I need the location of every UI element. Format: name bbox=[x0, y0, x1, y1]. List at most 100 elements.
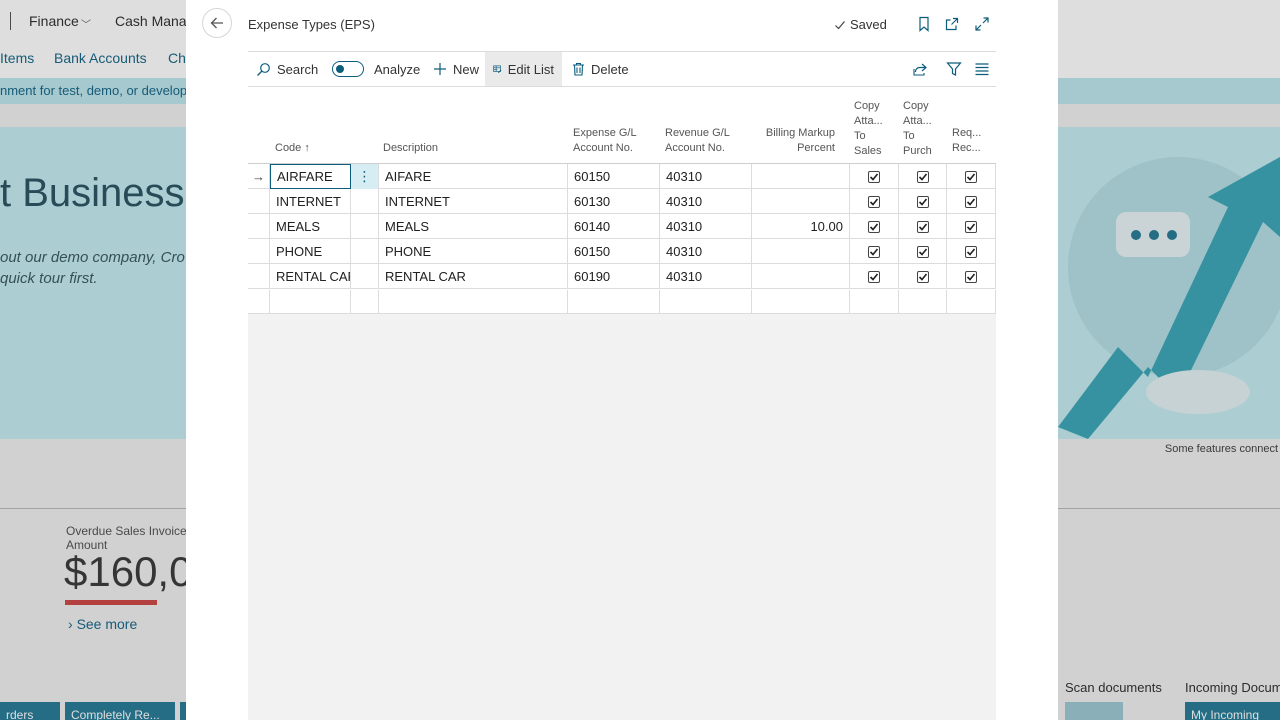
checkbox[interactable] bbox=[868, 195, 880, 208]
checkbox[interactable] bbox=[965, 170, 977, 183]
cell-code[interactable]: RENTAL CAR bbox=[270, 264, 351, 289]
cell-revenue-gl[interactable]: 40310 bbox=[660, 239, 752, 264]
saved-status: Saved bbox=[834, 17, 887, 32]
row-actions-button[interactable] bbox=[351, 189, 379, 214]
empty-cell[interactable] bbox=[248, 290, 270, 315]
cell-req[interactable] bbox=[947, 214, 996, 239]
table-row[interactable]: INTERNET INTERNET 60130 40310 bbox=[248, 189, 996, 214]
cell-copy-purch[interactable] bbox=[899, 214, 947, 239]
column-header-code[interactable]: Code ↑ bbox=[275, 141, 310, 156]
cell-markup[interactable] bbox=[752, 239, 850, 264]
checkbox[interactable] bbox=[916, 245, 929, 258]
row-actions-button[interactable] bbox=[351, 214, 379, 239]
checkbox[interactable] bbox=[916, 220, 929, 233]
edit-list-button[interactable]: Edit List bbox=[485, 52, 562, 86]
empty-cell[interactable] bbox=[947, 290, 996, 315]
search-button[interactable]: Search bbox=[248, 52, 326, 86]
cell-markup[interactable]: 10.00 bbox=[752, 214, 850, 239]
cell-req[interactable] bbox=[947, 189, 996, 214]
cell-copy-purch[interactable] bbox=[899, 264, 947, 289]
empty-cell[interactable] bbox=[752, 290, 850, 315]
cell-code[interactable]: PHONE bbox=[270, 239, 351, 264]
table-row[interactable]: RENTAL CAR RENTAL CAR 60190 40310 bbox=[248, 264, 996, 289]
cell-req[interactable] bbox=[947, 164, 996, 189]
list-view-button[interactable] bbox=[970, 52, 994, 86]
empty-new-row[interactable] bbox=[248, 290, 996, 315]
cell-description[interactable]: AIFARE bbox=[379, 164, 568, 189]
column-header-expense-gl[interactable]: Expense G/L Account No. bbox=[573, 126, 637, 156]
cell-markup[interactable] bbox=[752, 189, 850, 214]
search-icon bbox=[257, 62, 270, 76]
cell-copy-purch[interactable] bbox=[899, 189, 947, 214]
cell-req[interactable] bbox=[947, 264, 996, 289]
cell-expense-gl[interactable]: 60140 bbox=[568, 214, 660, 239]
code-value: PHONE bbox=[276, 244, 323, 259]
cell-description[interactable]: MEALS bbox=[379, 214, 568, 239]
cell-revenue-gl[interactable]: 40310 bbox=[660, 264, 752, 289]
empty-cell[interactable] bbox=[351, 290, 379, 315]
cell-copy-purch[interactable] bbox=[899, 239, 947, 264]
empty-cell[interactable] bbox=[568, 290, 660, 315]
analyze-toggle[interactable]: Analyze bbox=[324, 52, 428, 86]
cell-copy-sales[interactable] bbox=[850, 264, 899, 289]
column-header-revenue-gl[interactable]: Revenue G/L Account No. bbox=[665, 126, 730, 156]
delete-button[interactable]: Delete bbox=[564, 52, 637, 86]
bookmark-button[interactable] bbox=[914, 14, 934, 34]
cell-copy-sales[interactable] bbox=[850, 189, 899, 214]
checkbox[interactable] bbox=[916, 195, 929, 208]
table-row[interactable]: MEALS MEALS 60140 40310 10.00 bbox=[248, 214, 996, 239]
cell-copy-sales[interactable] bbox=[850, 239, 899, 264]
checkbox[interactable] bbox=[965, 195, 977, 208]
empty-cell[interactable] bbox=[270, 290, 351, 315]
cell-description[interactable]: INTERNET bbox=[379, 189, 568, 214]
checkbox[interactable] bbox=[916, 270, 929, 283]
checkbox[interactable] bbox=[868, 220, 880, 233]
column-header-required[interactable]: Req... Rec... bbox=[952, 126, 981, 156]
row-actions-button[interactable] bbox=[351, 264, 379, 289]
cell-copy-sales[interactable] bbox=[850, 214, 899, 239]
column-header-copy-attach-purch[interactable]: Copy Atta... To Purch bbox=[903, 99, 932, 159]
cell-code[interactable]: AIRFARE bbox=[270, 164, 351, 189]
filter-icon bbox=[946, 62, 962, 76]
row-actions-button[interactable] bbox=[351, 239, 379, 264]
table-row[interactable]: PHONE PHONE 60150 40310 bbox=[248, 239, 996, 264]
cell-description[interactable]: PHONE bbox=[379, 239, 568, 264]
cell-markup[interactable] bbox=[752, 164, 850, 189]
checkbox[interactable] bbox=[965, 270, 977, 283]
cell-code[interactable]: INTERNET bbox=[270, 189, 351, 214]
back-button[interactable] bbox=[202, 8, 232, 38]
open-new-window-button[interactable] bbox=[942, 14, 962, 34]
cell-expense-gl[interactable]: 60150 bbox=[568, 239, 660, 264]
cell-code[interactable]: MEALS bbox=[270, 214, 351, 239]
cell-markup[interactable] bbox=[752, 264, 850, 289]
column-header-billing-markup[interactable]: Billing Markup Percent bbox=[751, 126, 835, 156]
new-button[interactable]: New bbox=[425, 52, 487, 86]
cell-revenue-gl[interactable]: 40310 bbox=[660, 214, 752, 239]
cell-description[interactable]: RENTAL CAR bbox=[379, 264, 568, 289]
cell-expense-gl[interactable]: 60130 bbox=[568, 189, 660, 214]
cell-expense-gl[interactable]: 60150 bbox=[568, 164, 660, 189]
expand-button[interactable] bbox=[972, 14, 992, 34]
cell-revenue-gl[interactable]: 40310 bbox=[660, 164, 752, 189]
checkbox[interactable] bbox=[868, 245, 880, 258]
cell-copy-sales[interactable] bbox=[850, 164, 899, 189]
share-button[interactable] bbox=[908, 52, 932, 86]
cell-req[interactable] bbox=[947, 239, 996, 264]
empty-cell[interactable] bbox=[660, 290, 752, 315]
cell-expense-gl[interactable]: 60190 bbox=[568, 264, 660, 289]
checkbox[interactable] bbox=[868, 170, 880, 183]
checkbox[interactable] bbox=[916, 170, 929, 183]
cell-revenue-gl[interactable]: 40310 bbox=[660, 189, 752, 214]
checkbox[interactable] bbox=[965, 245, 977, 258]
cell-copy-purch[interactable] bbox=[899, 164, 947, 189]
column-header-description[interactable]: Description bbox=[383, 141, 438, 156]
table-row[interactable]: → AIRFARE ⋮ AIFARE 60150 40310 bbox=[248, 164, 996, 189]
filter-button[interactable] bbox=[942, 52, 966, 86]
column-header-copy-attach-sales[interactable]: Copy Atta... To Sales bbox=[854, 99, 883, 159]
checkbox[interactable] bbox=[868, 270, 880, 283]
empty-cell[interactable] bbox=[379, 290, 568, 315]
checkbox[interactable] bbox=[965, 220, 977, 233]
row-actions-button[interactable]: ⋮ bbox=[351, 164, 379, 189]
empty-cell[interactable] bbox=[899, 290, 947, 315]
empty-cell[interactable] bbox=[850, 290, 899, 315]
